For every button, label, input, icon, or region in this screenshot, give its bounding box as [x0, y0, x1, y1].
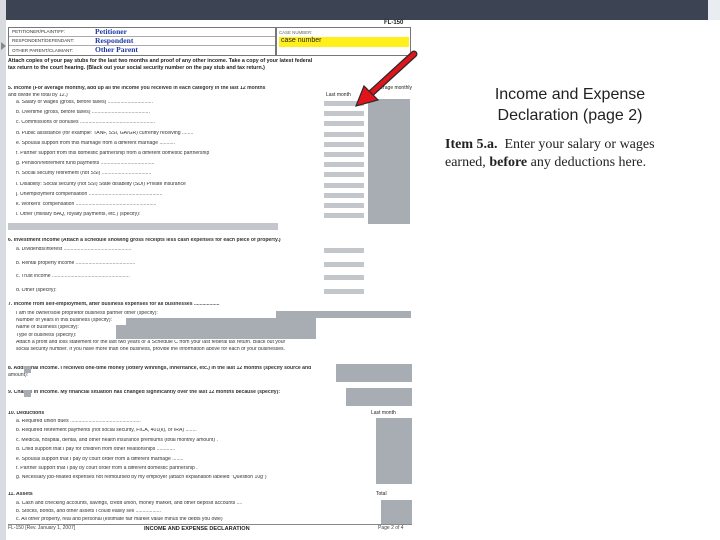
- red-pointer-arrow-icon: [354, 50, 418, 107]
- income-item-amount-field[interactable]: [324, 172, 364, 178]
- item11-title: 11. Assets: [8, 492, 33, 497]
- income-item-amount-field[interactable]: [324, 162, 364, 168]
- item8-checkbox[interactable]: [24, 366, 31, 373]
- income-item-amount-field[interactable]: [324, 131, 364, 137]
- party-value[interactable]: Respondent: [95, 36, 133, 46]
- income-item-amount-field[interactable]: [324, 213, 364, 219]
- window-top-bar: [0, 0, 720, 20]
- income-item-amount-field[interactable]: [324, 121, 364, 127]
- business-type-field[interactable]: [276, 311, 411, 318]
- party-label: OTHER PARENT/CLAIMANT:: [12, 47, 73, 53]
- party-header: PETITIONER/PLAINTIFF: Petitioner RESPOND…: [8, 27, 276, 56]
- deduction-item-line: d. Child support that I pay for children…: [16, 447, 176, 453]
- income-item-amount-field[interactable]: [324, 152, 364, 157]
- col-last-month: Last month: [326, 92, 351, 98]
- average-monthly-column: [368, 99, 410, 224]
- income-item-line: e. Spousal support from this marriage fr…: [16, 140, 176, 146]
- investment-item-line: a. Dividends/interest ..................…: [16, 247, 132, 252]
- slide-title-line-1: Income and Expense: [494, 86, 646, 103]
- party-value[interactable]: Other Parent: [95, 45, 138, 55]
- deduction-item-line: b. Required retirement payments (not soc…: [16, 428, 197, 434]
- investment-item-amount-field[interactable]: [324, 288, 364, 294]
- party-label: RESPONDENT/DEFENDANT:: [12, 38, 75, 44]
- window-top-bar-corner: [708, 0, 720, 20]
- income-item-amount-field[interactable]: [324, 182, 364, 188]
- investment-item-line: d. Other (specify):: [16, 287, 57, 293]
- footer-page-number: Page 2 of 4: [378, 525, 404, 531]
- business-years-field[interactable]: [126, 318, 316, 325]
- income-item-line: a. Salary or wages (gross, before taxes)…: [16, 100, 154, 105]
- item-reference: Item 5.a.: [445, 137, 498, 152]
- income-item-line: l. Other (military BAQ, royalty payments…: [16, 212, 141, 218]
- item9-checkbox[interactable]: [24, 390, 31, 397]
- investment-item-amount-field[interactable]: [324, 261, 364, 267]
- item8-text-cont: amount):: [8, 373, 29, 378]
- income-item-line: h. Social security retirement (not SSI) …: [16, 171, 152, 177]
- asset-item-line: b. Stocks, bonds, and other assets I cou…: [16, 509, 161, 515]
- party-row-respondent: RESPONDENT/DEFENDANT: Respondent: [9, 36, 275, 46]
- income-item-amount-field[interactable]: [324, 192, 364, 198]
- party-row-petitioner: PETITIONER/PLAINTIFF: Petitioner: [9, 27, 275, 37]
- deductions-column: [376, 418, 412, 484]
- asset-item-line: a. Cash and checking accounts, savings, …: [16, 501, 243, 506]
- party-label: PETITIONER/PLAINTIFF:: [12, 29, 66, 35]
- deduction-item-line: f. Partner support that I pay by court o…: [16, 466, 198, 471]
- footer-form-rev: FL-150 [Rev. January 1, 2007]: [8, 525, 76, 531]
- intro-text-1: Attach copies of your pay stubs for the …: [8, 58, 313, 64]
- assets-column: [381, 500, 412, 524]
- item10-col-last-month: Last month: [371, 410, 396, 416]
- income-item-line: i. Disability: Social security (not SSI)…: [16, 181, 186, 187]
- deduction-item-line: e. Spousal support that I pay by court o…: [16, 456, 184, 462]
- income-item-amount-field[interactable]: [324, 203, 364, 208]
- slide-title-line-2: Declaration (page 2): [497, 107, 643, 124]
- other-specify-field[interactable]: [8, 223, 278, 230]
- investment-item-amount-field[interactable]: [324, 275, 364, 280]
- case-number-label: CASE NUMBER:: [279, 30, 313, 35]
- income-item-amount-field[interactable]: [324, 111, 364, 117]
- item5-title-cont: and divide the total by 12.): [8, 93, 68, 98]
- instruction-text: Item 5.a. Enter your salary or wages ear…: [445, 136, 695, 172]
- slide-title: Income and Expense Declaration (page 2): [455, 84, 685, 126]
- income-item-line: f. Partner support from this domestic pa…: [16, 151, 210, 156]
- investment-item-line: b. Rental property income ..............…: [16, 260, 136, 266]
- item6-title: 6. Investment income (Attach a schedule …: [8, 238, 281, 243]
- business-kind-field[interactable]: [116, 332, 316, 339]
- asset-item-line: c. All other property, real and personal…: [16, 517, 223, 523]
- self-employment-item-line: social security number. If you have more…: [16, 347, 285, 352]
- item9-text: 9. Change in income. My financial situat…: [8, 390, 281, 395]
- deduction-item-line: g. Necessary job-related expenses not re…: [16, 475, 267, 481]
- item5-title: 5. Income (For average monthly, add up a…: [8, 86, 266, 91]
- item9-explain-field[interactable]: [346, 388, 412, 406]
- income-item-line: b. Overtime (gross, before taxes) ......…: [16, 110, 150, 116]
- item8-text: 8. Additional income. I received one-tim…: [8, 366, 312, 371]
- item11-col-total: Total: [376, 491, 387, 497]
- party-row-other-parent: OTHER PARENT/CLAIMANT: Other Parent: [9, 45, 275, 55]
- business-name-field[interactable]: [116, 325, 316, 332]
- deduction-item-line: c. Medical, hospital, dental, and other …: [16, 437, 218, 443]
- item10-title: 10. Deductions: [8, 411, 45, 416]
- intro-text-2: tax return to the court hearing. (Black …: [8, 65, 265, 71]
- item8-amount-field[interactable]: [336, 364, 412, 382]
- income-item-amount-field[interactable]: [324, 141, 364, 147]
- footer-title: INCOME AND EXPENSE DECLARATION: [144, 526, 250, 532]
- case-number-field[interactable]: case number: [279, 37, 409, 47]
- investment-item-amount-field[interactable]: [324, 248, 364, 253]
- income-item-line: j. Unemployment compensation ...........…: [16, 191, 163, 197]
- income-item-line: g. Pension/retirement fund payments ....…: [16, 161, 155, 167]
- item7-title: 7. Income from self-employment, after bu…: [8, 302, 220, 307]
- income-item-line: k. Workers' compensation ...............…: [16, 202, 157, 207]
- deduction-item-line: a. Required union dues .................…: [16, 419, 141, 424]
- income-item-line: c. Commissions or bonuses ..............…: [16, 120, 155, 126]
- form-number: FL-150: [384, 20, 404, 26]
- instruction-emphasis: before: [489, 155, 528, 170]
- instruction-text-after: any deductions here.: [527, 155, 647, 170]
- investment-item-line: c. Trust income ........................…: [16, 274, 130, 279]
- self-employment-item-line: Attach a profit and loss statement for t…: [16, 339, 286, 345]
- income-item-line: d. Public assistance (for example: TANF,…: [16, 130, 194, 136]
